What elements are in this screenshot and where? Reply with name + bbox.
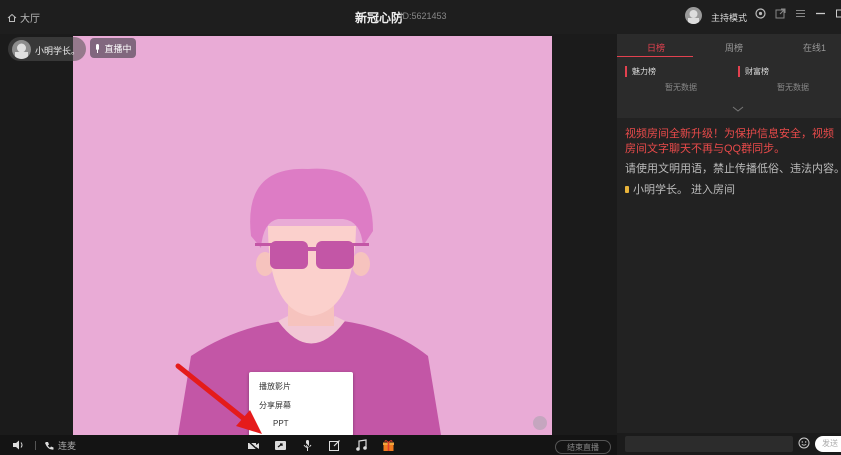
chat-message: 小明学长。 进入房间: [625, 181, 735, 197]
streamer-avatar[interactable]: [12, 40, 31, 59]
end-live-button[interactable]: 结束直播: [555, 440, 611, 454]
maximize-icon[interactable]: [834, 7, 841, 20]
tab-daily[interactable]: 日榜: [647, 41, 665, 54]
lobby-label: 大厅: [20, 14, 40, 25]
microphone-off-icon[interactable]: [301, 439, 314, 452]
wealth-rank-label: 财富榜: [738, 66, 769, 77]
emoji-icon[interactable]: [798, 437, 810, 449]
tab-weekly[interactable]: 周榜: [725, 41, 743, 54]
room-title: 新冠心防: [355, 11, 404, 25]
host-mode-label[interactable]: 主持模式: [711, 11, 747, 24]
gift-icon[interactable]: [382, 439, 395, 452]
share-icon[interactable]: [774, 7, 787, 20]
camera-off-icon[interactable]: [247, 439, 260, 452]
tool-icons: [247, 439, 395, 452]
edit-icon[interactable]: [328, 439, 341, 452]
chevron-down-icon[interactable]: [732, 105, 744, 113]
menu-item-ppt[interactable]: PPT: [273, 419, 289, 428]
divider: [35, 441, 36, 450]
charm-rank-label: 魅力榜: [625, 66, 656, 77]
streamer-name: 小明学长。: [35, 46, 81, 56]
lobby-button[interactable]: 大厅: [7, 10, 40, 25]
home-icon: [7, 13, 17, 22]
phone-icon: [45, 441, 54, 450]
call-button[interactable]: 连麦: [44, 439, 76, 452]
tab-underline: [617, 56, 693, 57]
share-screen-icon[interactable]: [274, 439, 287, 452]
system-notice: 视频房间全新升级！为保护信息安全，视频房间文字聊天不再与QQ群同步。: [625, 128, 834, 155]
speaker-icon[interactable]: [12, 439, 24, 451]
microphone-icon: [96, 43, 100, 53]
user-badge-icon: [625, 185, 629, 193]
settings-icon[interactable]: [754, 7, 767, 20]
window-controls: [754, 7, 841, 20]
video-option-icon[interactable]: [533, 416, 547, 430]
send-button[interactable]: 发送: [815, 436, 841, 452]
room-id: ID:5621453: [400, 11, 447, 21]
live-badge-label: 直播中: [104, 43, 132, 54]
music-icon[interactable]: [355, 439, 368, 452]
minimize-icon[interactable]: [814, 7, 827, 20]
chat-input[interactable]: [625, 436, 793, 452]
menu-icon[interactable]: [794, 7, 807, 20]
tab-online[interactable]: 在线1: [803, 41, 826, 54]
red-arrow-annotation: [175, 363, 262, 434]
charm-empty-text: 暂无数据: [665, 83, 697, 92]
live-badge: 直播中: [90, 38, 136, 58]
chat-rules: 请使用文明用语，禁止传播低俗、违法内容。: [625, 163, 841, 175]
enter-message-text: 小明学长。 进入房间: [633, 184, 736, 196]
wealth-empty-text: 暂无数据: [777, 83, 809, 92]
call-label: 连麦: [58, 441, 77, 451]
host-avatar[interactable]: [685, 7, 702, 24]
